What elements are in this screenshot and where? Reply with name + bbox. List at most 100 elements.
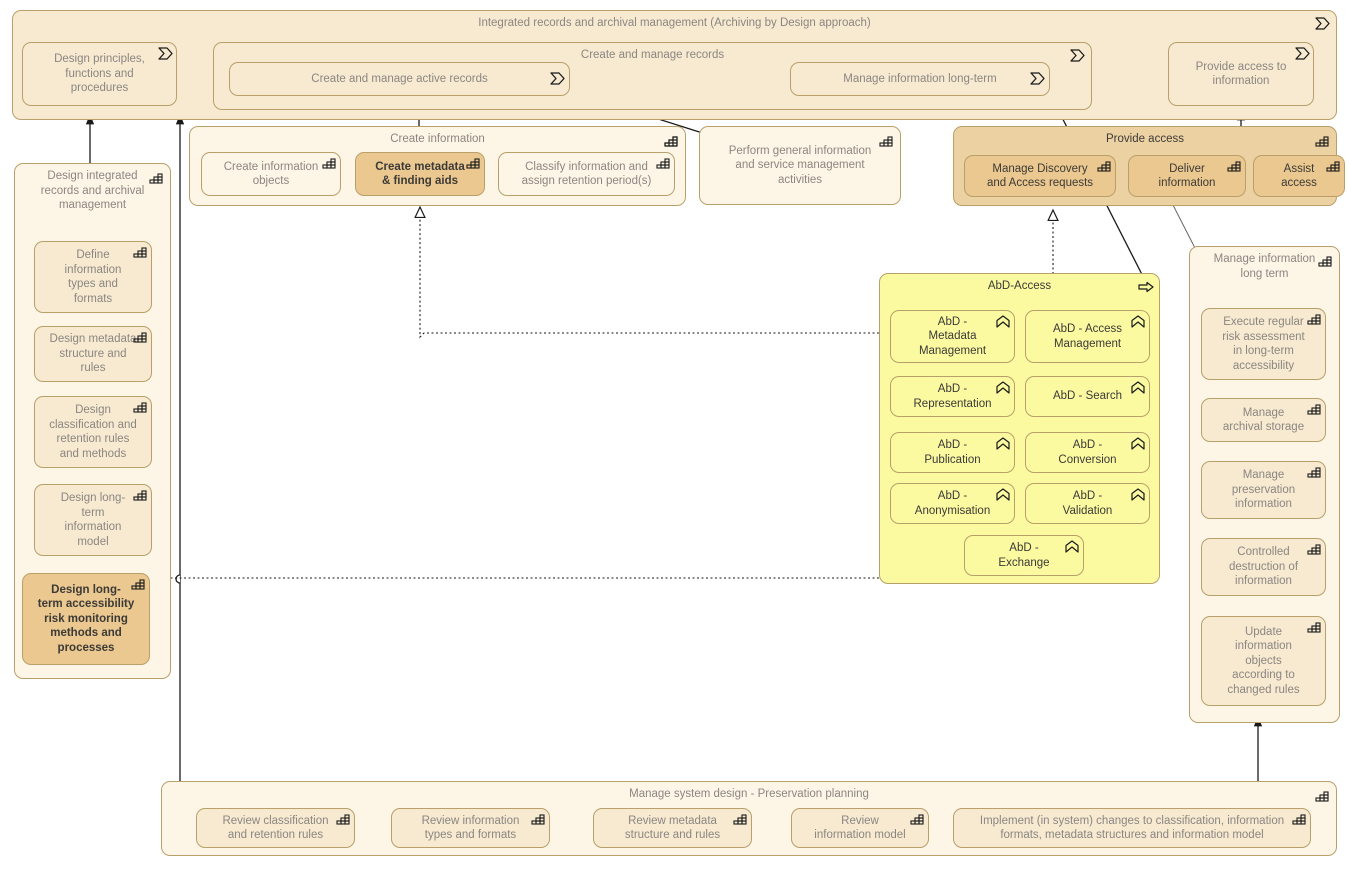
component-chevron-icon [1131,488,1145,501]
node-create-information-objects[interactable]: Create information objects [201,152,341,196]
node-label: AbD - Search [1052,390,1123,403]
node-label: Assist access [1281,162,1317,190]
node-update-information-objects[interactable]: Update information objects according to … [1201,616,1326,706]
node-label: AbD - Validation [1062,490,1113,517]
node-manage-discovery-and-access-requests[interactable]: Manage Discovery and Access requests [964,155,1116,197]
function-steps-icon [1307,543,1321,556]
node-label: Review information model [814,814,906,842]
node-abd-search[interactable]: AbD - Search [1025,376,1150,417]
component-chevron-icon [1065,540,1079,553]
node-abd-access-management[interactable]: AbD - Access Management [1025,310,1150,363]
function-steps-icon [1307,466,1321,479]
node-label: Review metadata structure and rules [624,814,721,842]
group-title-manage-information-long-term: Manage information long term [1213,253,1316,280]
component-chevron-icon [996,315,1010,328]
component-chevron-icon [996,488,1010,501]
node-design-metadata-structure-and-rules[interactable]: Design metadata structure and rules [34,326,152,382]
function-steps-icon [133,246,147,259]
node-design-principles-functions-procedures[interactable]: Design principles, functions and procedu… [22,42,177,106]
node-abd-conversion[interactable]: AbD - Conversion [1025,432,1150,473]
node-label: AbD - Exchange [998,542,1050,569]
node-create-and-manage-active-records[interactable]: Create and manage active records [229,62,570,96]
process-chevron-icon [158,47,173,60]
function-steps-icon [910,813,924,826]
node-review-information-model[interactable]: Review information model [791,808,929,848]
node-label: Implement (in system) changes to classif… [979,814,1285,842]
node-review-metadata-structure-and-rules[interactable]: Review metadata structure and rules [593,808,752,848]
node-label: AbD - Metadata Management [918,315,987,357]
node-label: Create information objects [223,160,319,188]
node-create-metadata-and-finding-aids[interactable]: Create metadata & finding aids [355,152,485,196]
node-label: Review classification and retention rule… [222,814,329,842]
node-abd-representation[interactable]: AbD - Representation [890,376,1015,417]
node-review-information-types-and-formats[interactable]: Review information types and formats [391,808,550,848]
function-steps-icon [1227,160,1241,173]
node-controlled-destruction-of-information[interactable]: Controlled destruction of information [1201,538,1326,596]
node-label: Manage information long-term [843,72,997,85]
node-label: Update information objects according to … [1227,625,1300,696]
node-abd-metadata-management[interactable]: AbD - Metadata Management [890,310,1015,363]
node-label: AbD - Conversion [1058,439,1117,466]
node-classify-information-assign-retention[interactable]: Classify information and assign retentio… [498,152,675,196]
node-label: Review information types and formats [421,814,520,842]
node-define-information-types-and-formats[interactable]: Define information types and formats [34,241,152,313]
node-abd-validation[interactable]: AbD - Validation [1025,483,1150,524]
node-implement-in-system-changes[interactable]: Implement (in system) changes to classif… [953,808,1311,848]
node-perform-general-information-activities[interactable]: Perform general information and service … [699,126,901,205]
node-label: Deliver information [1158,162,1216,190]
node-design-long-term-information-model[interactable]: Design long- term information model [34,484,152,556]
node-assist-access[interactable]: Assist access [1253,155,1345,197]
function-steps-icon [656,157,670,170]
node-provide-access-to-information[interactable]: Provide access to information [1168,42,1314,106]
node-label: Manage preservation information [1231,469,1296,511]
function-steps-icon [1292,813,1306,826]
function-steps-icon [1326,160,1340,173]
node-design-classification-and-retention-rules[interactable]: Design classification and retention rule… [34,396,152,468]
group-title-design-integrated: Design integrated records and archival m… [40,170,145,211]
function-steps-icon [879,135,893,148]
node-manage-information-long-term[interactable]: Manage information long-term [790,62,1050,96]
node-label: Create metadata & finding aids [375,160,465,188]
group-title-integrated: Integrated records and archival manageme… [478,17,871,29]
node-label: Design long- term accessibility risk mon… [37,583,135,654]
node-manage-archival-storage[interactable]: Manage archival storage [1201,398,1326,442]
node-deliver-information[interactable]: Deliver information [1128,155,1246,197]
archimate-diagram-canvas: Create and manage records (dashed) --> M… [0,0,1349,869]
node-abd-anonymisation[interactable]: AbD - Anonymisation [890,483,1015,524]
component-chevron-icon [1131,315,1145,328]
node-label: Controlled destruction of information [1228,546,1299,588]
node-label: Manage Discovery and Access requests [986,162,1094,190]
node-design-long-term-accessibility-risk-monitoring[interactable]: Design long- term accessibility risk mon… [22,573,150,665]
node-manage-preservation-information[interactable]: Manage preservation information [1201,461,1326,519]
node-label: Design principles, functions and procedu… [54,53,145,95]
node-label: Design long- term information model [60,492,126,548]
function-steps-icon [733,813,747,826]
process-chevron-icon [550,72,565,85]
node-label: AbD - Access Management [1052,323,1123,350]
node-label: AbD - Publication [924,439,981,466]
component-chevron-icon [996,437,1010,450]
node-label: Manage archival storage [1222,406,1305,434]
group-title-abd-access: AbD-Access [987,280,1052,292]
node-label: Perform general information and service … [728,144,872,186]
node-label: Define information types and formats [64,249,122,305]
node-label: Provide access to information [1195,60,1287,88]
node-label: Classify information and assign retentio… [521,160,652,188]
function-steps-icon [1307,621,1321,634]
group-title-provide-access: Provide access [1106,133,1184,145]
node-execute-regular-risk-assessment[interactable]: Execute regular risk assessment in long-… [1201,308,1326,380]
function-steps-icon [336,813,350,826]
process-chevron-icon [1295,47,1310,60]
node-abd-publication[interactable]: AbD - Publication [890,432,1015,473]
node-label: AbD - Representation [913,383,992,410]
node-label: Execute regular risk assessment in long-… [1222,316,1305,372]
node-label: Design metadata structure and rules [49,333,137,375]
group-title-create-information: Create information [390,133,485,145]
component-chevron-icon [996,381,1010,394]
process-chevron-icon [1030,72,1045,85]
component-chevron-icon [1131,437,1145,450]
node-label: Create and manage active records [311,72,488,85]
node-review-classification-and-retention-rules[interactable]: Review classification and retention rule… [196,808,355,848]
node-abd-exchange[interactable]: AbD - Exchange [964,535,1084,576]
function-steps-icon [133,489,147,502]
